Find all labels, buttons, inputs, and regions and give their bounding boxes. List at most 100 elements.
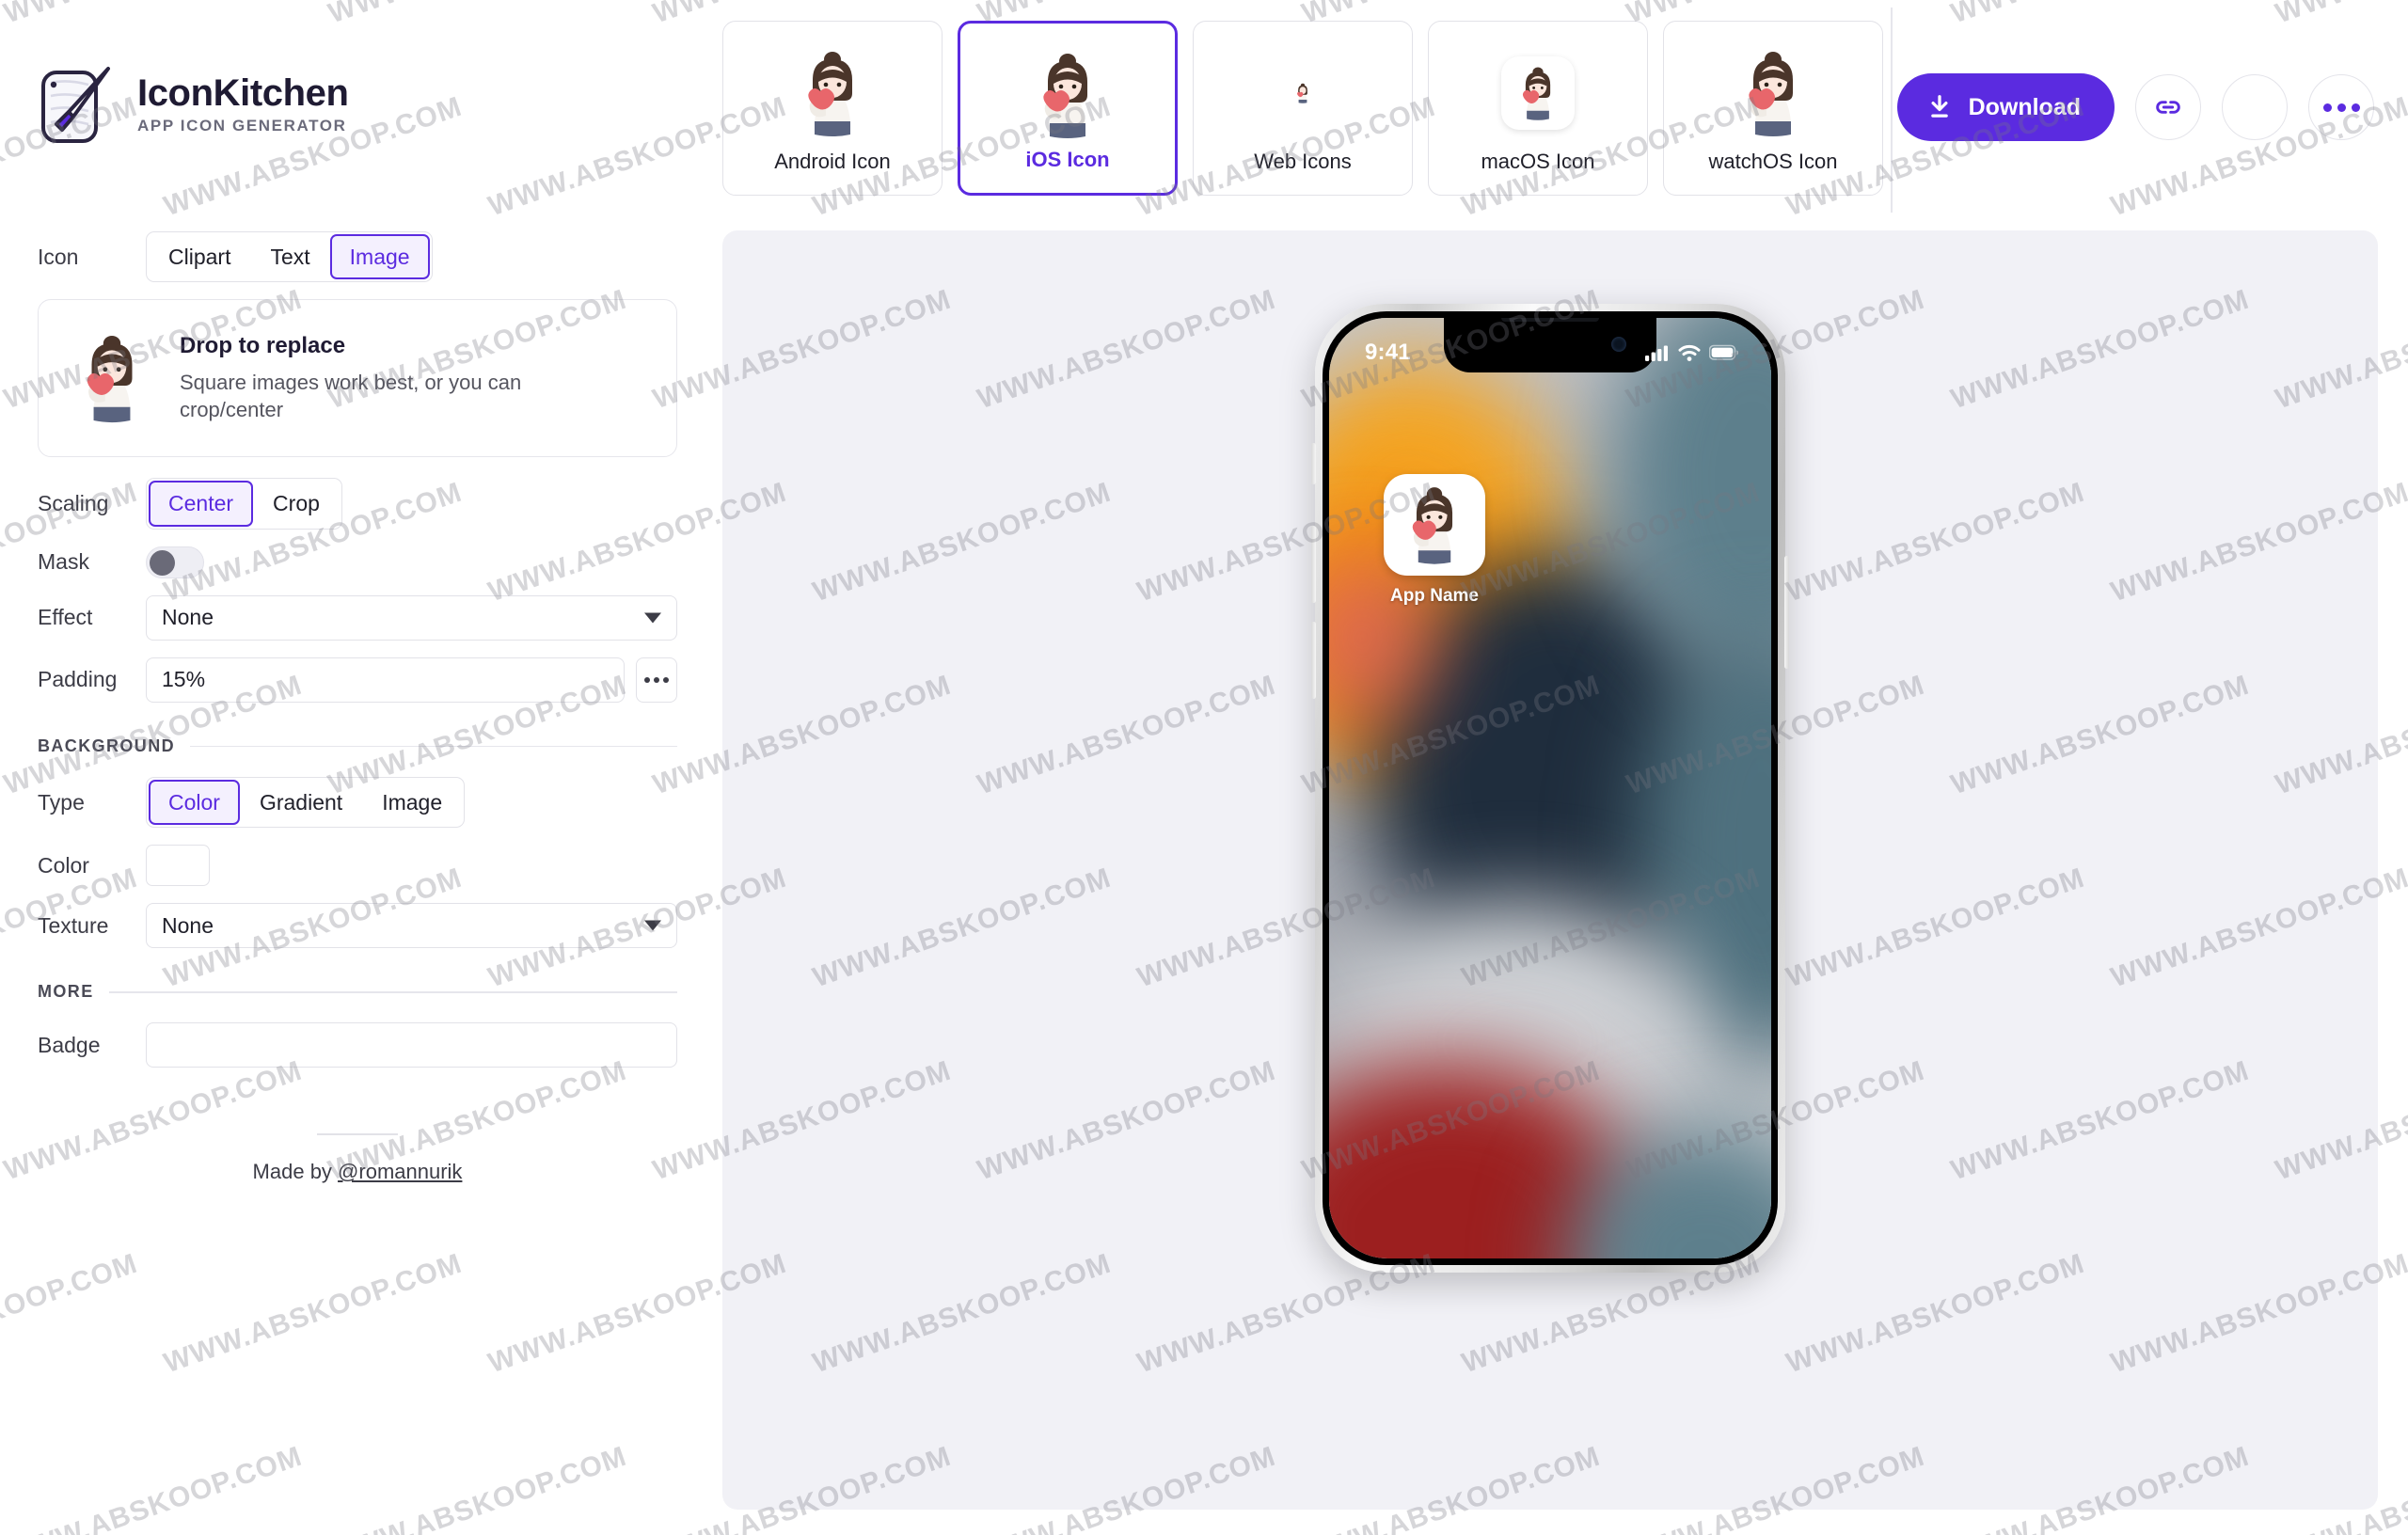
tab-label: Android Icon bbox=[774, 150, 891, 173]
background-type-row: Type Color Gradient Image bbox=[38, 776, 677, 829]
tab-label: macOS Icon bbox=[1481, 150, 1595, 173]
tab-watchos-icon[interactable]: watchOS Icon bbox=[1663, 21, 1883, 196]
more-heading-text: MORE bbox=[38, 982, 94, 1002]
seg-image[interactable]: Image bbox=[329, 234, 430, 280]
phone-screen: 9:41 App Name bbox=[1329, 318, 1771, 1258]
tab-ios-icon[interactable]: iOS Icon bbox=[958, 21, 1178, 196]
ellipsis-icon bbox=[642, 676, 671, 683]
brand-title: IconKitchen bbox=[137, 72, 349, 114]
ios-wallpaper bbox=[1329, 318, 1771, 1258]
background-type-segmented-control[interactable]: Color Gradient Image bbox=[146, 776, 466, 829]
seg-bg-image[interactable]: Image bbox=[362, 780, 462, 825]
texture-row: Texture None bbox=[38, 903, 677, 949]
character-girl-heart-tiny-icon bbox=[1194, 46, 1412, 140]
iphone-mockup: 9:41 App Name bbox=[1311, 304, 1789, 1273]
seg-center[interactable]: Center bbox=[149, 481, 254, 527]
mask-toggle[interactable] bbox=[146, 546, 204, 578]
scaling-row: Scaling Center Crop bbox=[38, 478, 677, 530]
padding-label: Padding bbox=[38, 667, 118, 692]
settings-sidebar: Icon Clipart Text Image Drop to replace … bbox=[0, 226, 715, 1535]
padding-row: Padding bbox=[38, 657, 677, 703]
chevron-down-icon bbox=[644, 612, 661, 624]
download-icon bbox=[1930, 95, 1948, 118]
effect-row: Effect None bbox=[38, 594, 677, 641]
seg-text[interactable]: Text bbox=[250, 234, 329, 279]
scaling-segmented-control[interactable]: Center Crop bbox=[146, 478, 342, 530]
texture-label: Texture bbox=[38, 912, 109, 938]
background-color-label: Color bbox=[38, 852, 89, 878]
home-screen-app[interactable]: App Name bbox=[1378, 474, 1491, 607]
tab-label: Web Icons bbox=[1254, 150, 1352, 173]
badge-label: Badge bbox=[38, 1032, 101, 1057]
image-dropzone[interactable]: Drop to replace Square images work best,… bbox=[38, 299, 677, 458]
chevron-down-icon bbox=[644, 920, 661, 931]
app-icon-preview[interactable] bbox=[1384, 474, 1485, 576]
character-girl-heart-rounded-icon bbox=[1429, 46, 1647, 140]
app-header: IconKitchen APP ICON GENERATOR Android I… bbox=[0, 0, 2408, 218]
author-link[interactable]: @romannurik bbox=[338, 1160, 462, 1183]
dark-mode-toggle-button[interactable] bbox=[2222, 74, 2288, 140]
volume-up-button[interactable] bbox=[1311, 526, 1316, 603]
padding-input[interactable] bbox=[146, 657, 625, 703]
scaling-label: Scaling bbox=[38, 491, 109, 516]
status-time: 9:41 bbox=[1365, 340, 1411, 365]
background-type-label: Type bbox=[38, 789, 85, 815]
made-by-text: Made by bbox=[252, 1160, 339, 1184]
tab-label: watchOS Icon bbox=[1708, 150, 1838, 173]
seg-bg-color[interactable]: Color bbox=[149, 779, 240, 826]
moon-icon bbox=[2254, 96, 2262, 119]
cutting-board-knife-icon bbox=[41, 67, 110, 143]
download-button[interactable]: Download bbox=[1896, 73, 2115, 141]
ellipsis-icon bbox=[2322, 103, 2360, 112]
texture-value: None bbox=[162, 912, 214, 938]
padding-more-button[interactable] bbox=[635, 657, 677, 703]
footer-divider bbox=[317, 1133, 398, 1136]
silent-switch[interactable] bbox=[1311, 443, 1316, 484]
badge-input[interactable] bbox=[146, 1022, 677, 1068]
ios-status-bar: 9:41 bbox=[1329, 318, 1771, 376]
texture-select[interactable]: None bbox=[146, 903, 677, 949]
seg-bg-gradient[interactable]: Gradient bbox=[240, 780, 362, 825]
dropzone-description: Square images work best, or you can crop… bbox=[180, 370, 522, 422]
effect-select[interactable]: None bbox=[146, 594, 677, 641]
tab-label: iOS Icon bbox=[1025, 148, 1110, 171]
icon-source-label: Icon bbox=[38, 244, 79, 269]
seg-clipart[interactable]: Clipart bbox=[149, 234, 250, 279]
tab-android-icon[interactable]: Android Icon bbox=[722, 21, 943, 196]
background-color-row: Color bbox=[38, 845, 677, 887]
more-options-button[interactable] bbox=[2308, 74, 2374, 140]
icon-source-row: Icon Clipart Text Image bbox=[38, 231, 677, 283]
header-divider bbox=[1891, 8, 1893, 213]
seg-crop[interactable]: Crop bbox=[253, 481, 340, 526]
preview-panel: 9:41 App Name bbox=[722, 230, 2378, 1510]
app-icon-label: App Name bbox=[1390, 586, 1479, 606]
character-girl-heart-icon bbox=[960, 48, 1175, 142]
mask-row: Mask bbox=[38, 546, 677, 578]
section-divider bbox=[190, 745, 677, 748]
phone-bezel: 9:41 App Name bbox=[1323, 311, 1778, 1265]
character-girl-heart-icon bbox=[1412, 487, 1453, 564]
section-divider bbox=[108, 991, 677, 993]
footer-credit: Made by @romannurik bbox=[38, 1160, 677, 1184]
platform-tab-strip[interactable]: Android Icon iOS Icon Web Icons macOS Ic… bbox=[722, 21, 1891, 220]
background-heading-text: BACKGROUND bbox=[38, 736, 175, 755]
character-girl-heart-icon bbox=[723, 46, 942, 140]
brand-logo-group: IconKitchen APP ICON GENERATOR bbox=[40, 64, 349, 145]
link-icon bbox=[2156, 101, 2180, 114]
toggle-knob bbox=[150, 549, 175, 576]
power-button[interactable] bbox=[1784, 556, 1789, 669]
background-section-heading: BACKGROUND bbox=[38, 736, 677, 756]
tab-web-icons[interactable]: Web Icons bbox=[1193, 21, 1413, 196]
download-button-label: Download bbox=[1968, 93, 2081, 120]
cellular-signal-icon bbox=[1645, 345, 1668, 361]
mask-label: Mask bbox=[38, 549, 89, 575]
copy-link-button[interactable] bbox=[2135, 74, 2201, 140]
dropzone-title: Drop to replace bbox=[180, 332, 346, 358]
character-girl-heart-icon bbox=[71, 325, 153, 431]
background-color-swatch[interactable] bbox=[146, 845, 210, 887]
volume-down-button[interactable] bbox=[1311, 622, 1316, 699]
icon-source-segmented-control[interactable]: Clipart Text Image bbox=[146, 231, 433, 283]
tab-macos-icon[interactable]: macOS Icon bbox=[1428, 21, 1648, 196]
badge-row: Badge bbox=[38, 1022, 677, 1068]
more-section-heading: MORE bbox=[38, 982, 677, 1002]
